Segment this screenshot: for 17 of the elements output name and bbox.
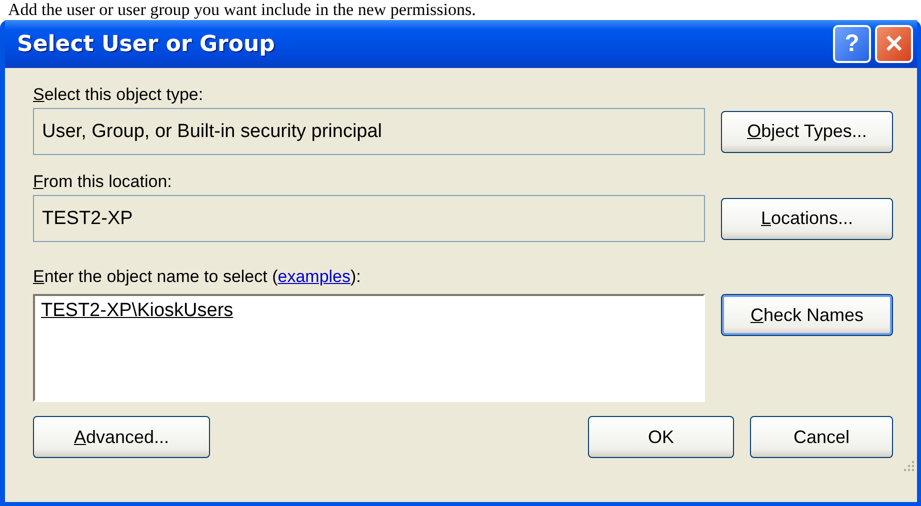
readonly-field: User, Group, or Built-in security principal [33,108,705,155]
field-label: Select this object type: [33,84,204,106]
window-title: Select User or Group [17,32,275,56]
ok-button[interactable]: OK [588,416,734,458]
resize-grip-icon[interactable] [901,458,915,472]
field-label: Enter the object name to select (examples): [33,266,362,288]
field-label: From this location: [33,171,173,193]
dialog-button[interactable]: Object Types... [721,110,893,152]
readonly-field: TEST2-XP [33,195,705,242]
name-input-field[interactable]: TEST2-XP\KioskUsers [33,294,705,402]
page-caption: Add the user or user group you want include in the new permissions. [8,0,476,20]
examples-link[interactable]: examples [278,267,351,286]
cancel-button[interactable]: Cancel [750,416,893,458]
advanced-button[interactable]: Advanced... [33,416,210,458]
check-names-button[interactable]: Check Names [721,294,893,336]
dialog-button[interactable]: Locations... [721,198,893,240]
help-button[interactable]: ? [833,25,871,63]
